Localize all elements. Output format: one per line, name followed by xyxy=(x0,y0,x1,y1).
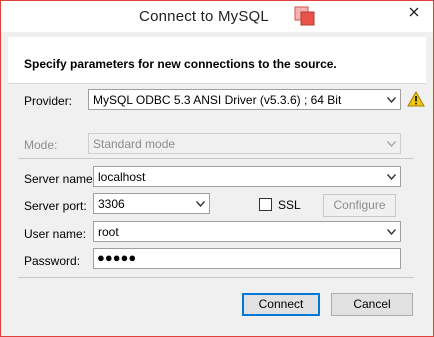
connect-button[interactable]: Connect xyxy=(242,293,320,316)
connect-dialog: Connect to MySQL Specify parameters for … xyxy=(0,0,434,337)
server-name-label: Server name: xyxy=(24,172,97,186)
chevron-down-icon xyxy=(387,174,396,180)
server-name-value: localhost xyxy=(98,170,146,184)
user-name-label: User name: xyxy=(24,227,87,241)
mysql-icon xyxy=(294,6,315,26)
ssl-label: SSL xyxy=(278,198,301,212)
configure-button[interactable]: Configure xyxy=(323,194,396,217)
provider-label: Provider: xyxy=(24,94,73,108)
server-port-label: Server port: xyxy=(24,199,87,213)
chevron-down-icon xyxy=(387,229,396,235)
user-name-select[interactable]: root xyxy=(93,221,401,242)
dialog-body: Specify parameters for new connections t… xyxy=(8,32,426,331)
chevron-down-icon xyxy=(196,201,205,207)
footer-divider xyxy=(18,277,414,278)
chevron-down-icon xyxy=(387,97,396,103)
provider-value: MySQL ODBC 5.3 ANSI Driver (v5.3.6) ; 64… xyxy=(93,93,342,107)
warning-icon[interactable] xyxy=(407,91,425,107)
server-name-select[interactable]: localhost xyxy=(93,166,401,187)
section-divider xyxy=(18,158,414,159)
user-name-value: root xyxy=(98,225,119,239)
mode-select[interactable]: Standard mode xyxy=(88,133,401,154)
mode-value: Standard mode xyxy=(93,137,176,151)
header-panel: Specify parameters for new connections t… xyxy=(8,37,426,84)
header-text: Specify parameters for new connections t… xyxy=(24,57,337,71)
password-masked-value: ●●●●● xyxy=(97,250,137,265)
dialog-title: Connect to MySQL xyxy=(139,8,269,25)
mode-label: Mode: xyxy=(24,138,58,152)
password-label: Password: xyxy=(24,254,81,268)
close-button[interactable] xyxy=(399,1,429,23)
server-port-select[interactable]: 3306 xyxy=(93,193,210,214)
close-icon xyxy=(409,7,419,17)
provider-select[interactable]: MySQL ODBC 5.3 ANSI Driver (v5.3.6) ; 64… xyxy=(88,89,401,110)
ssl-checkbox[interactable] xyxy=(259,198,272,211)
cancel-button[interactable]: Cancel xyxy=(331,293,413,316)
chevron-down-icon xyxy=(387,141,396,147)
title-bar[interactable]: Connect to MySQL xyxy=(1,1,433,32)
password-input[interactable]: ●●●●● xyxy=(93,248,401,269)
server-port-value: 3306 xyxy=(98,197,125,211)
